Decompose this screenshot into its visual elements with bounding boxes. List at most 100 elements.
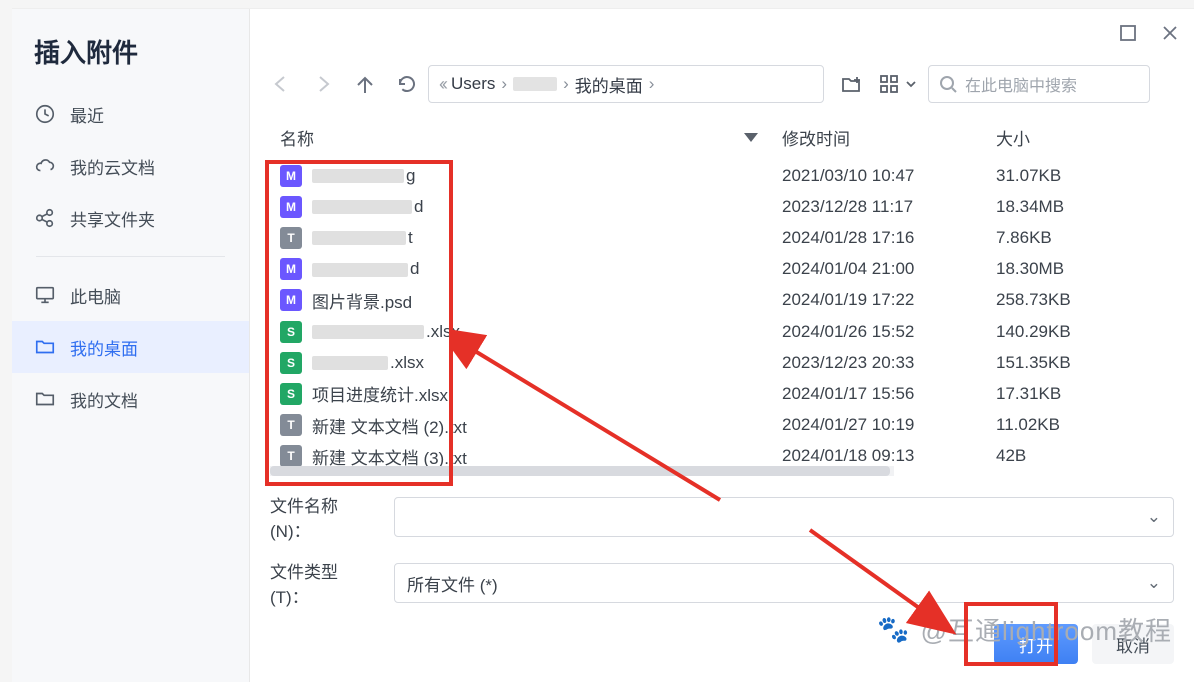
breadcrumb-part-desktop[interactable]: 我的桌面 (575, 72, 643, 97)
file-name-cell: d (312, 259, 782, 279)
breadcrumb[interactable]: ‹‹ Users › › 我的桌面 › (428, 65, 824, 103)
file-type-icon: M (280, 258, 302, 280)
file-row[interactable]: T 新建 文本文档 (2).txt2024/01/27 10:1911.02KB (270, 410, 1174, 441)
file-modified-cell: 2024/01/19 17:22 (782, 290, 996, 310)
sidebar-item-label: 共享文件夹 (70, 206, 155, 231)
sidebar-item-label: 最近 (70, 102, 104, 127)
search-input[interactable]: 在此电脑中搜索 (928, 65, 1150, 103)
file-size-cell: 17.31KB (996, 384, 1174, 404)
folder-icon (34, 388, 56, 410)
chevron-right-icon: › (501, 74, 507, 94)
chevron-down-icon: ⌄ (1147, 573, 1161, 593)
file-row[interactable]: Mg2021/03/10 10:4731.07KB (270, 160, 1174, 191)
chevron-down-icon: ⌄ (1147, 507, 1161, 527)
main-pane: ‹‹ Users › › 我的桌面 › 在此电脑中搜索 (250, 9, 1194, 682)
bottom-form: 文件名称(N)： ⌄ 文件类型(T)： 所有文件 (*) ⌄ (250, 476, 1194, 616)
share-icon (34, 207, 56, 229)
file-type-icon: S (280, 383, 302, 405)
sidebar-item-label: 此电脑 (70, 283, 121, 308)
file-modified-cell: 2023/12/23 20:33 (782, 353, 996, 373)
dialog-title: 插入附件 (12, 27, 249, 88)
search-icon (939, 75, 957, 93)
column-headers: 名称 修改时间 大小 (270, 117, 1174, 160)
watermark: 🐾 @互通lightroom教程 (877, 611, 1172, 648)
file-size-cell: 18.30MB (996, 259, 1174, 279)
breadcrumb-overflow-icon[interactable]: ‹‹ (439, 74, 445, 95)
back-icon[interactable] (270, 73, 292, 95)
file-size-cell: 31.07KB (996, 166, 1174, 186)
file-name-cell: .xlsx (312, 353, 782, 373)
file-row[interactable]: Md2024/01/04 21:0018.30MB (270, 254, 1174, 285)
chevron-right-icon: › (649, 74, 655, 94)
forward-icon[interactable] (312, 73, 334, 95)
view-mode-button[interactable] (878, 73, 918, 95)
sort-indicator-icon (744, 133, 758, 142)
file-type-icon: T (280, 414, 302, 436)
file-name-input[interactable]: ⌄ (394, 497, 1174, 537)
maximize-icon[interactable] (1118, 23, 1138, 43)
file-modified-cell: 2024/01/18 09:13 (782, 446, 996, 466)
file-name-label: 文件名称(N)： (270, 492, 376, 542)
nav-arrows (270, 73, 418, 95)
sidebar-item-label: 我的文档 (70, 387, 138, 412)
file-row[interactable]: M 图片背景.psd2024/01/19 17:22258.73KB (270, 285, 1174, 316)
up-icon[interactable] (354, 73, 376, 95)
file-size-cell: 7.86KB (996, 228, 1174, 248)
file-row[interactable]: S项目进度统计.xlsx2024/01/17 15:5617.31KB (270, 378, 1174, 409)
file-list-pane: 名称 修改时间 大小 Mg2021/03/10 10:4731.07KBMd20… (250, 117, 1194, 476)
file-type-icon: T (280, 227, 302, 249)
file-size-cell: 11.02KB (996, 415, 1174, 435)
file-name-cell: .xlsx (312, 322, 782, 342)
file-type-icon: M (280, 289, 302, 311)
file-name-cell: t (312, 228, 782, 248)
file-row[interactable]: Md2023/12/28 11:1718.34MB (270, 191, 1174, 222)
close-icon[interactable] (1160, 23, 1180, 43)
file-type-icon: S (280, 352, 302, 374)
file-name-cell: 图片背景.psd (312, 288, 782, 313)
file-type-label: 文件类型(T)： (270, 558, 376, 608)
file-modified-cell: 2024/01/28 17:16 (782, 228, 996, 248)
file-modified-cell: 2021/03/10 10:47 (782, 166, 996, 186)
sidebar-item-此电脑[interactable]: 此电脑 (12, 269, 249, 321)
sidebar-item-我的文档[interactable]: 我的文档 (12, 373, 249, 425)
file-type-icon: T (280, 445, 302, 467)
sidebar: 插入附件 最近我的云文档共享文件夹此电脑我的桌面我的文档 (12, 9, 250, 682)
file-size-cell: 258.73KB (996, 290, 1174, 310)
sidebar-item-共享文件夹[interactable]: 共享文件夹 (12, 192, 249, 244)
search-placeholder: 在此电脑中搜索 (965, 72, 1077, 96)
monitor-icon (34, 284, 56, 306)
file-name-cell: g (312, 166, 782, 186)
column-modified-header[interactable]: 修改时间 (782, 125, 996, 150)
sidebar-item-最近[interactable]: 最近 (12, 88, 249, 140)
file-row[interactable]: S .xlsx2023/12/23 20:33151.35KB (270, 347, 1174, 378)
file-rows: Mg2021/03/10 10:4731.07KBMd2023/12/28 11… (270, 160, 1174, 476)
sidebar-item-我的云文档[interactable]: 我的云文档 (12, 140, 249, 192)
file-type-icon: S (280, 321, 302, 343)
file-size-cell: 151.35KB (996, 353, 1174, 373)
paw-icon: 🐾 (877, 614, 910, 645)
file-type-icon: M (280, 196, 302, 218)
file-dialog: 插入附件 最近我的云文档共享文件夹此电脑我的桌面我的文档 ‹‹ Users › … (12, 8, 1194, 682)
file-modified-cell: 2024/01/27 10:19 (782, 415, 996, 435)
chevron-right-icon: › (563, 74, 569, 94)
breadcrumb-part-users[interactable]: Users (451, 74, 495, 94)
file-size-cell: 42B (996, 446, 1174, 466)
horizontal-scrollbar[interactable] (270, 466, 894, 476)
column-size-header[interactable]: 大小 (996, 125, 1174, 150)
file-row[interactable]: Tt2024/01/28 17:167.86KB (270, 222, 1174, 253)
file-row[interactable]: S .xlsx2024/01/26 15:52140.29KB (270, 316, 1174, 347)
new-folder-button[interactable] (834, 67, 868, 101)
file-modified-cell: 2024/01/26 15:52 (782, 322, 996, 342)
file-type-select[interactable]: 所有文件 (*) ⌄ (394, 563, 1174, 603)
sidebar-item-我的桌面[interactable]: 我的桌面 (12, 321, 249, 373)
breadcrumb-part-redacted[interactable] (513, 77, 557, 91)
column-name-header[interactable]: 名称 (280, 125, 782, 150)
clock-icon (34, 103, 56, 125)
cloud-icon (34, 155, 56, 177)
chevron-down-icon (904, 77, 918, 91)
sidebar-item-label: 我的云文档 (70, 154, 155, 179)
file-size-cell: 140.29KB (996, 322, 1174, 342)
file-name-cell: 新建 文本文档 (2).txt (312, 413, 782, 438)
refresh-icon[interactable] (396, 73, 418, 95)
file-modified-cell: 2024/01/17 15:56 (782, 384, 996, 404)
